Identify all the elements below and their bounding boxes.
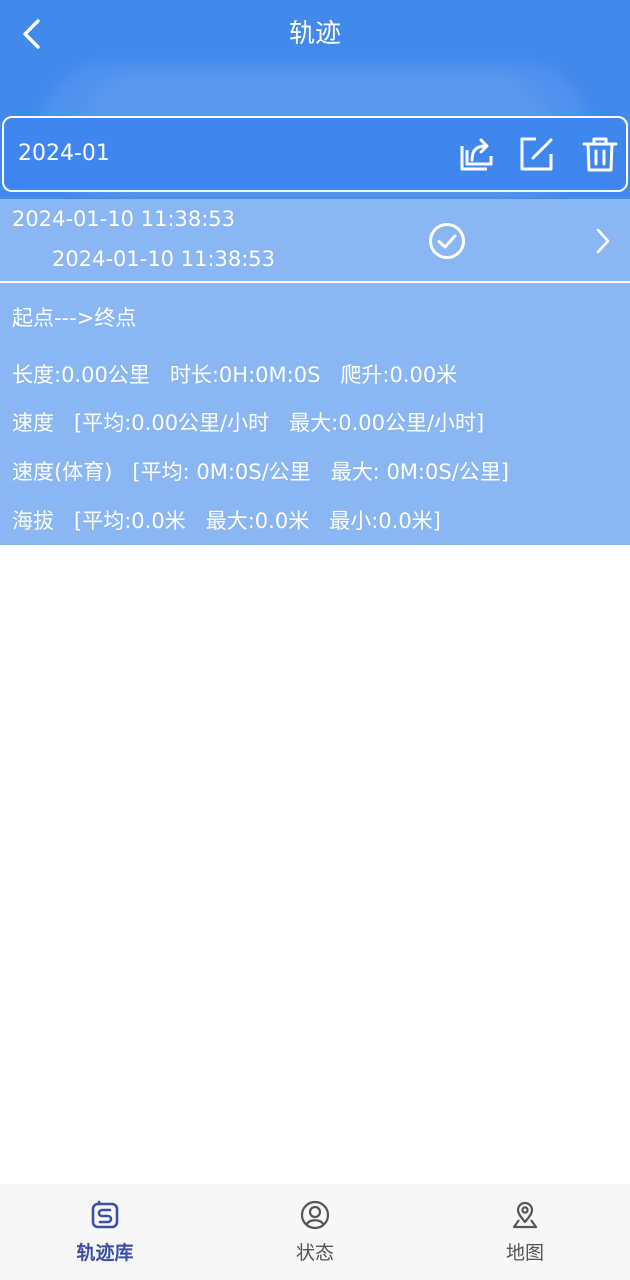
track-list-item[interactable]: 2024-01-10 11:38:53 2024-01-10 11:38:53 — [0, 199, 630, 281]
track-select-toggle[interactable] — [426, 220, 468, 262]
month-label: 2024-01 — [18, 141, 110, 166]
track-stats: 长度:0.00公里 时长:0H:0M:0S 爬升:0.00米 — [12, 363, 458, 387]
trash-icon — [582, 137, 618, 172]
edit-icon — [520, 137, 553, 171]
check-circle-icon — [429, 223, 465, 259]
track-start-time: 2024-01-10 11:38:53 — [12, 207, 236, 231]
track-library-icon — [91, 1200, 119, 1229]
tab-label: 状态 — [295, 1242, 334, 1264]
track-route: 起点--->终点 — [12, 306, 137, 330]
track-details-panel: 起点--->终点 长度:0.00公里 时长:0H:0M:0S 爬升:0.00米 … — [0, 283, 630, 545]
header: 轨迹 2024-01 — [0, 0, 630, 200]
page-title: 轨迹 — [288, 19, 341, 49]
tab-status[interactable]: 状态 — [210, 1184, 420, 1280]
bottom-nav: 轨迹库 状态 地图 — [0, 1184, 630, 1280]
export-button[interactable] — [452, 132, 496, 176]
tab-label: 轨迹库 — [76, 1242, 134, 1264]
track-speed: 速度 [平均:0.00公里/小时 最大:0.00公里/小时] — [12, 411, 485, 435]
track-end-time: 2024-01-10 11:38:53 — [52, 247, 276, 271]
month-group-bar[interactable]: 2024-01 — [2, 116, 628, 192]
track-open-button[interactable] — [588, 224, 618, 258]
chevron-right-icon — [596, 228, 610, 254]
export-icon — [460, 138, 493, 171]
map-pin-icon — [512, 1201, 538, 1229]
tab-map[interactable]: 地图 — [420, 1184, 630, 1280]
tab-label: 地图 — [505, 1242, 544, 1264]
track-altitude: 海拔 [平均:0.0米 最大:0.0米 最小:0.0米] — [12, 509, 441, 533]
track-pace: 速度(体育) [平均: 0M:0S/公里 最大: 0M:0S/公里] — [12, 460, 509, 484]
delete-button[interactable] — [578, 132, 622, 176]
tab-track-library[interactable]: 轨迹库 — [0, 1184, 210, 1280]
edit-button[interactable] — [514, 132, 558, 176]
person-circle-icon — [300, 1200, 330, 1230]
